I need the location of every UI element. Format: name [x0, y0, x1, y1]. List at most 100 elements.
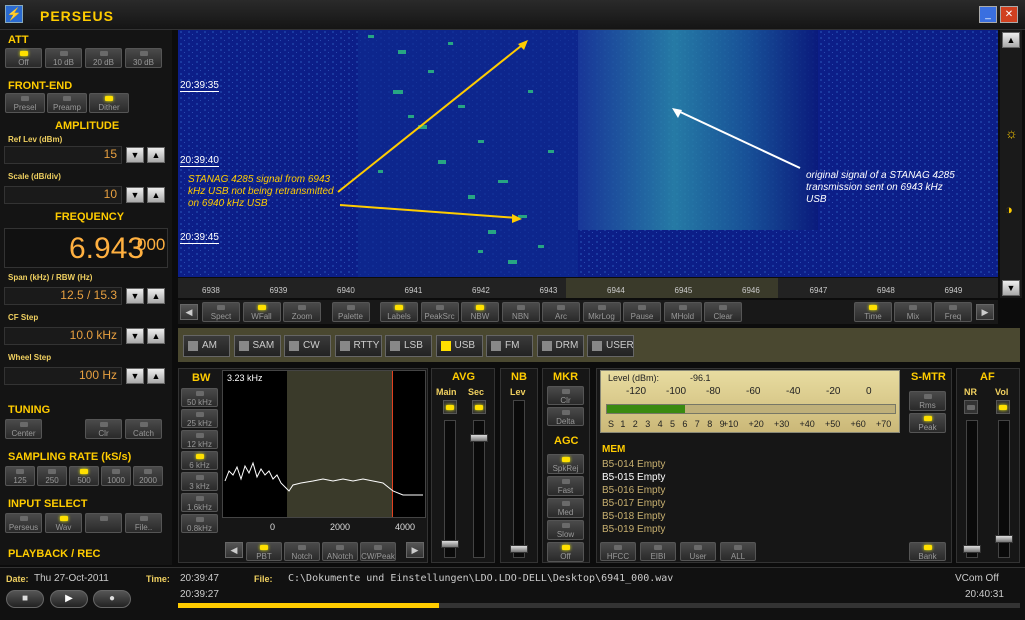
agc-button-off[interactable]: Off — [547, 542, 584, 562]
mem-bank-button[interactable]: Bank — [909, 542, 946, 561]
toolbar-button-mhold[interactable]: MHold — [663, 302, 702, 322]
wheel-step-up-button[interactable]: ▲ — [147, 368, 165, 384]
avg-main-led[interactable] — [443, 400, 457, 414]
avg-sec-led[interactable] — [472, 400, 486, 414]
mode-button-user[interactable]: USER — [587, 335, 634, 357]
scale-up-button[interactable]: ▲ — [147, 187, 165, 203]
avg-main-fader[interactable] — [444, 420, 456, 558]
att-button-2[interactable]: 20 dB — [85, 48, 122, 68]
scroll-up-button[interactable]: ▲ — [1002, 32, 1020, 48]
frontend-button-0[interactable]: Presel — [5, 93, 45, 113]
mode-button-am[interactable]: AM — [183, 335, 230, 357]
filter-button-notch[interactable]: Notch — [284, 542, 320, 561]
toolbar-button-wfall[interactable]: WFall — [242, 302, 281, 322]
att-button-3[interactable]: 30 dB — [125, 48, 162, 68]
agc-button-slow[interactable]: Slow — [547, 520, 584, 540]
waterfall-display[interactable]: 20:39:35 20:39:40 20:39:45 STANAG 4285 s… — [178, 30, 998, 277]
avg-main-knob[interactable] — [441, 540, 459, 548]
att-button-1[interactable]: 10 dB — [45, 48, 82, 68]
sampling-button-1[interactable]: 250 — [37, 466, 67, 486]
toolbar-button-mix[interactable]: Mix — [894, 302, 932, 322]
agc-button-med[interactable]: Med — [547, 498, 584, 518]
frontend-button-1[interactable]: Preamp — [47, 93, 87, 113]
toolbar-button-zoom[interactable]: Zoom — [283, 302, 321, 322]
mem-button-user[interactable]: User — [680, 542, 716, 561]
mem-button-eibi[interactable]: EIBI — [640, 542, 676, 561]
mem-row[interactable]: B5-014 Empty — [602, 459, 665, 470]
scale-value[interactable]: 10 — [4, 186, 122, 204]
af-nr-led[interactable] — [964, 400, 978, 414]
record-button[interactable]: ● — [93, 590, 131, 608]
ref-level-up-button[interactable]: ▲ — [147, 147, 165, 163]
smeter-button-rms[interactable]: Rms — [909, 391, 946, 411]
toolbar-right-arrow[interactable]: ▶ — [976, 304, 994, 320]
sun-icon[interactable]: ☼ — [1005, 125, 1018, 141]
mode-button-drm[interactable]: DRM — [536, 335, 584, 357]
wheel-step-down-button[interactable]: ▼ — [126, 368, 144, 384]
bw-button-1[interactable]: 25 kHz — [181, 409, 218, 428]
agc-button-spkrej[interactable]: SpkRej — [547, 454, 584, 474]
nb-knob[interactable] — [510, 545, 528, 553]
mode-button-sam[interactable]: SAM — [233, 335, 281, 357]
nb-fader[interactable] — [513, 400, 525, 558]
cf-step-value[interactable]: 10.0 kHz — [4, 327, 122, 345]
scale-down-button[interactable]: ▼ — [126, 187, 144, 203]
af-nr-fader[interactable] — [966, 420, 978, 558]
toolbar-button-pause[interactable]: Pause — [623, 302, 661, 322]
toolbar-button-spect[interactable]: Spect — [202, 302, 240, 322]
ref-level-down-button[interactable]: ▼ — [126, 147, 144, 163]
toolbar-button-clear[interactable]: Clear — [704, 302, 742, 322]
att-button-0[interactable]: Off — [5, 48, 42, 68]
filter-button-anotch[interactable]: ANotch — [322, 542, 358, 561]
span-up-button[interactable]: ▲ — [147, 288, 165, 304]
toolbar-button-nbw[interactable]: NBW — [461, 302, 499, 322]
tuning-button-2[interactable]: Catch — [125, 419, 162, 439]
ref-level-value[interactable]: 15 — [4, 146, 122, 164]
span-down-button[interactable]: ▼ — [126, 288, 144, 304]
tuning-button-0[interactable]: Center — [5, 419, 42, 439]
mem-button-all[interactable]: ALL — [720, 542, 756, 561]
bw-left-arrow[interactable]: ◀ — [225, 542, 243, 558]
mem-row[interactable]: B5-019 Empty — [602, 524, 665, 535]
toolbar-button-time[interactable]: Time — [854, 302, 892, 322]
toolbar-button-palette[interactable]: Palette — [331, 302, 370, 322]
minimize-button[interactable]: _ — [979, 6, 997, 23]
scroll-down-button[interactable]: ▼ — [1002, 280, 1020, 296]
cf-step-up-button[interactable]: ▲ — [147, 328, 165, 344]
mode-button-rtty[interactable]: RTTY — [334, 335, 382, 357]
input-button-0[interactable]: Perseus — [5, 513, 42, 533]
mkr-button-delta[interactable]: Delta — [547, 407, 584, 426]
af-vol-knob[interactable] — [995, 535, 1013, 543]
toolbar-button-freq[interactable]: Freq — [934, 302, 972, 322]
mode-button-cw[interactable]: CW — [284, 335, 331, 357]
af-nr-knob[interactable] — [963, 545, 981, 553]
filter-button-cw-peak[interactable]: CW/Peak — [360, 542, 396, 561]
input-button-2[interactable] — [85, 513, 122, 533]
play-button[interactable]: ▶ — [50, 590, 88, 608]
toolbar-button-labels[interactable]: Labels — [380, 302, 418, 322]
mem-row[interactable]: B5-017 Empty — [602, 498, 665, 509]
avg-sec-knob[interactable] — [470, 434, 488, 442]
bw-button-4[interactable]: 3 kHz — [181, 472, 218, 491]
input-button-1[interactable]: Wav — [45, 513, 82, 533]
bw-button-2[interactable]: 12 kHz — [181, 430, 218, 449]
bw-spectrum[interactable]: 3.23 kHz — [222, 370, 426, 518]
mem-row[interactable]: B5-018 Empty — [602, 511, 665, 522]
contrast-icon[interactable]: ◑ — [1005, 202, 1013, 217]
toolbar-button-nbn[interactable]: NBN — [501, 302, 540, 322]
toolbar-button-arc[interactable]: Arc — [542, 302, 580, 322]
stop-button[interactable]: ■ — [6, 590, 44, 608]
bw-right-arrow[interactable]: ▶ — [406, 542, 424, 558]
cf-step-down-button[interactable]: ▼ — [126, 328, 144, 344]
bw-button-5[interactable]: 1.6kHz — [181, 493, 218, 512]
frontend-button-2[interactable]: Dither — [89, 93, 129, 113]
sampling-button-0[interactable]: 125 — [5, 466, 35, 486]
agc-button-fast[interactable]: Fast — [547, 476, 584, 496]
mode-button-lsb[interactable]: LSB — [385, 335, 432, 357]
smeter-button-peak[interactable]: Peak — [909, 413, 946, 433]
toolbar-left-arrow[interactable]: ◀ — [180, 304, 198, 320]
sampling-button-2[interactable]: 500 — [69, 466, 99, 486]
tuning-button-1[interactable]: Clr — [85, 419, 122, 439]
span-value[interactable]: 12.5 / 15.3 — [4, 287, 122, 305]
mem-button-hfcc[interactable]: HFCC — [600, 542, 636, 561]
